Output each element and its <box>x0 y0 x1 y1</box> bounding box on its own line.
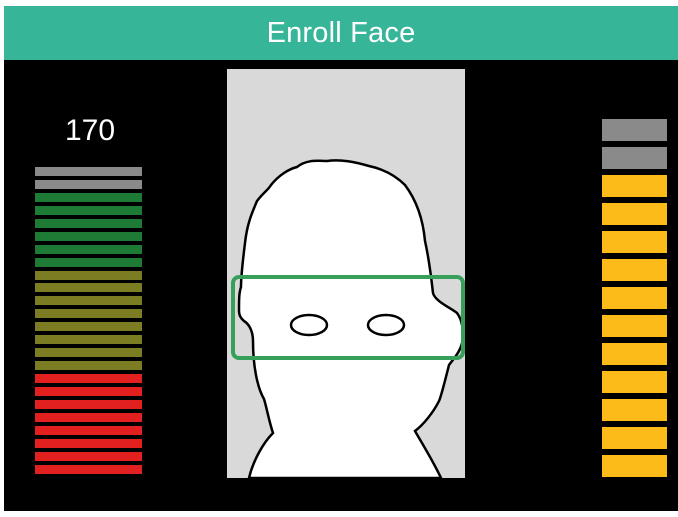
right-meter-segment-on <box>602 343 667 365</box>
reading-value: 170 <box>64 114 116 147</box>
title-bar: Enroll Face <box>4 6 678 60</box>
right-eye-icon <box>366 313 406 337</box>
left-meter-bar-poor <box>35 374 142 383</box>
left-meter-bar-good <box>35 257 142 267</box>
right-meter-segment-on <box>602 371 667 393</box>
right-meter-segment-on <box>602 175 667 197</box>
left-meter-bar-off <box>35 167 142 176</box>
left-meter-bar-fair <box>35 296 142 306</box>
right-meter-segment-on <box>602 315 667 337</box>
right-meter-segment-on <box>602 203 667 225</box>
left-meter-bar-good <box>35 231 142 241</box>
right-meter-segment-off <box>602 119 667 141</box>
left-level-meter <box>35 167 142 478</box>
camera-preview <box>227 69 465 478</box>
left-meter-bar-fair <box>35 361 142 371</box>
left-meter-bar-poor <box>35 464 142 474</box>
left-meter-bar-fair <box>35 322 142 332</box>
right-meter-segment-on <box>602 231 667 253</box>
left-meter-bar-poor <box>35 412 142 422</box>
left-meter-bar-poor <box>35 399 142 409</box>
left-meter-bar-fair <box>35 270 142 280</box>
left-meter-bar-good <box>35 244 142 254</box>
left-eye-icon <box>289 313 329 337</box>
right-meter-segment-on <box>602 259 667 281</box>
right-meter-segment-on <box>602 427 667 449</box>
left-meter-bar-fair <box>35 309 142 319</box>
page-title: Enroll Face <box>266 16 416 49</box>
left-meter-bar-good <box>35 205 142 215</box>
left-meter-bar-fair <box>35 348 142 358</box>
right-meter-segment-on <box>602 287 667 309</box>
left-meter-bar-poor <box>35 425 142 435</box>
right-meter-segment-off <box>602 147 667 169</box>
left-meter-bar-poor <box>35 438 142 448</box>
left-meter-bar-poor <box>35 386 142 396</box>
right-meter-segment-on <box>602 399 667 421</box>
left-meter-bar-fair <box>35 335 142 345</box>
right-meter-segment-on <box>602 455 667 477</box>
left-meter-bar-good <box>35 192 142 202</box>
left-meter-bar-off <box>35 179 142 189</box>
head-silhouette-icon <box>237 159 465 478</box>
enroll-face-screen: Enroll Face 170 <box>4 6 678 511</box>
left-meter-bar-poor <box>35 451 142 461</box>
left-meter-bar-good <box>35 218 142 228</box>
right-level-meter <box>602 119 667 483</box>
face-guide-graphic <box>231 159 465 478</box>
left-meter-bar-fair <box>35 283 142 293</box>
